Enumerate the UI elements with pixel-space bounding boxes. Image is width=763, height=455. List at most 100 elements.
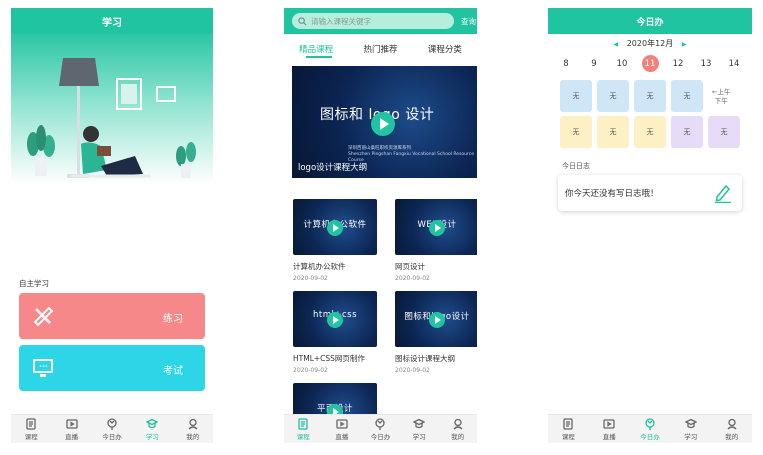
study-header: 学习: [11, 8, 213, 34]
pm-label: 下午: [714, 97, 728, 105]
play-icon[interactable]: [429, 312, 445, 328]
schedule-slot-pm[interactable]: 无: [671, 116, 703, 148]
schedule-slot-pm[interactable]: 无: [597, 116, 629, 148]
featured-banner[interactable]: 图标和 logo 设计 深圳西丽山桑旺职校资源库系列 Shenzhen Ping…: [292, 66, 477, 178]
tab-study[interactable]: 学习: [133, 418, 171, 441]
diary-section-label: 今日日志: [562, 162, 590, 170]
page-title: 今日办: [636, 17, 664, 28]
course-icon: [563, 417, 574, 430]
course-title: 网页设计: [395, 262, 425, 271]
today-header: 今日办: [548, 8, 752, 34]
study-icon: [413, 418, 426, 428]
course-date: 2020-09-02: [395, 367, 430, 374]
course-thumbnail: 计算机办公软件: [293, 199, 377, 255]
day-cell[interactable]: 8: [558, 55, 575, 72]
course-card[interactable]: 计算机办公软件 计算机办公软件 2020-09-02: [293, 199, 377, 282]
today-icon: [375, 417, 386, 430]
month-label: 2020年12月: [626, 39, 674, 48]
tab-featured[interactable]: 精品课程: [284, 40, 348, 55]
day-cell[interactable]: 10: [614, 55, 631, 72]
study-screen: 学习 自主学习 练习 ••• 考试 课程 直播 今日办 学习 我的: [11, 8, 213, 443]
course-thumbnail: 图标和logo设计: [395, 291, 477, 347]
profile-icon: [453, 418, 463, 429]
practice-button[interactable]: 练习: [19, 293, 205, 339]
day-cell[interactable]: 9: [586, 55, 603, 72]
active-tab-indicator: [306, 56, 332, 58]
exam-label: 考试: [163, 366, 183, 377]
tab-profile[interactable]: 我的: [713, 418, 751, 441]
courses-screen: 请输入课程关键字 查询 精品课程 热门推荐 课程分类 图标和 logo 设计 深…: [284, 8, 477, 443]
tab-live[interactable]: 直播: [53, 418, 91, 441]
course-card[interactable]: html+css HTML+CSS网页制作 2020-09-02: [293, 291, 377, 374]
course-card[interactable]: WEB设计 网页设计 2020-09-02: [395, 199, 477, 282]
schedule-slot-am[interactable]: 无: [671, 80, 703, 112]
day-cell-today[interactable]: 11: [641, 55, 659, 72]
practice-label: 练习: [163, 314, 183, 325]
schedule-slot-pm[interactable]: 无: [634, 116, 666, 148]
search-placeholder: 请输入课程关键字: [311, 16, 371, 26]
tab-live[interactable]: 直播: [590, 418, 628, 441]
course-thumbnail: WEB设计: [395, 199, 477, 255]
play-icon[interactable]: [327, 220, 343, 236]
tab-study[interactable]: 学习: [400, 418, 438, 441]
schedule-slot-am[interactable]: 无: [634, 80, 666, 112]
course-date: 2020-09-02: [293, 367, 328, 374]
live-icon: [603, 418, 615, 429]
play-icon[interactable]: [429, 220, 445, 236]
diary-card[interactable]: 你今天还没有写日志哦！: [558, 175, 742, 211]
schedule-slot-am[interactable]: 无: [560, 80, 592, 112]
tab-label: 直播: [65, 432, 79, 441]
study-hero-illustration: [11, 34, 213, 184]
course-icon: [26, 417, 36, 430]
today-screen: 今日办 ◀ 2020年12月 ▶ 8 9 10 11 12 13 14 无 无 …: [548, 8, 752, 443]
day-cell[interactable]: 14: [726, 55, 743, 72]
tab-live[interactable]: 直播: [323, 418, 361, 441]
monitor-icon: •••: [33, 359, 53, 377]
course-title: 计算机办公软件: [293, 262, 346, 271]
edit-pencil-icon[interactable]: [714, 183, 732, 203]
tab-label: 我的: [451, 432, 465, 441]
tab-course[interactable]: 课程: [284, 417, 322, 441]
tab-profile[interactable]: 我的: [439, 418, 477, 441]
banner-subtitle-line: Shenzhen Pingshan Fangxiu Vocational Sch…: [348, 152, 475, 163]
bottom-tab-bar: 课程 直播 今日办 学习 我的: [548, 414, 752, 443]
search-button[interactable]: 查询: [461, 16, 476, 27]
tab-label: 课程: [561, 432, 575, 441]
diary-empty-text: 你今天还没有写日志哦！: [565, 189, 659, 199]
tab-course[interactable]: 课程: [549, 417, 587, 441]
tab-label: 学习: [145, 432, 159, 441]
play-icon[interactable]: [371, 112, 395, 136]
tab-today[interactable]: 今日办: [361, 417, 399, 441]
tab-label: 今日办: [370, 432, 391, 441]
course-card[interactable]: 图标和logo设计 图标设计课程大纲 2020-09-02: [395, 291, 477, 374]
tab-label: 直播: [335, 432, 349, 441]
tab-profile[interactable]: 我的: [174, 418, 212, 441]
day-cell[interactable]: 13: [698, 55, 715, 72]
pencil-ruler-icon: [33, 306, 54, 327]
bottom-tab-bar: 课程 直播 今日办 学习 我的: [284, 414, 477, 443]
next-month-icon[interactable]: ▶: [682, 41, 687, 48]
profile-icon: [727, 418, 737, 429]
course-date: 2020-09-02: [395, 275, 430, 282]
tab-today[interactable]: 今日办: [631, 417, 669, 441]
tab-label: 我的: [725, 432, 739, 441]
schedule-slot-am[interactable]: 无: [597, 80, 629, 112]
live-icon: [65, 418, 78, 429]
exam-button[interactable]: ••• 考试: [19, 345, 205, 391]
page-title: 学习: [102, 17, 122, 29]
am-label: ←上午: [712, 88, 731, 96]
search-input[interactable]: 请输入课程关键字: [292, 13, 454, 29]
tab-study[interactable]: 学习: [672, 418, 710, 441]
course-icon: [298, 417, 308, 430]
schedule-slot-pm[interactable]: 无: [560, 116, 592, 148]
tab-categories[interactable]: 课程分类: [413, 40, 477, 55]
tab-course[interactable]: 课程: [12, 417, 50, 441]
schedule-slot-pm[interactable]: 无: [708, 116, 740, 148]
day-cell[interactable]: 12: [670, 55, 687, 72]
tab-popular[interactable]: 热门推荐: [348, 40, 412, 55]
prev-month-icon[interactable]: ◀: [614, 41, 619, 48]
play-icon[interactable]: [327, 312, 343, 328]
search-icon: [298, 16, 307, 25]
tab-today[interactable]: 今日办: [93, 417, 131, 441]
banner-caption: logo设计课程大纲: [298, 163, 368, 173]
